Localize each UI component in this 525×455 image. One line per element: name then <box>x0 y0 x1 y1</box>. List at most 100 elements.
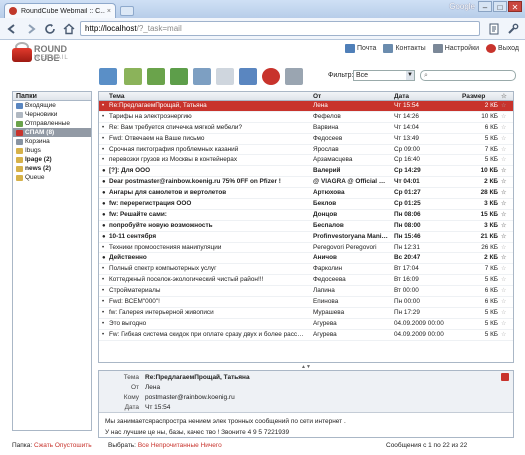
column-from[interactable]: От <box>313 92 321 101</box>
table-row[interactable]: ● Действенно Аничов Вс 20:47 2 КБ ☆ <box>99 253 513 265</box>
table-row[interactable]: • Коттеджный поселок-экологический чистый… <box>99 275 513 287</box>
folder-item[interactable]: news (2) <box>13 164 91 173</box>
nav-mail[interactable]: Почта <box>345 44 376 53</box>
reply-button[interactable] <box>147 68 165 85</box>
more-button[interactable] <box>262 68 280 85</box>
flag-icon[interactable]: ☆ <box>501 286 506 297</box>
select-all-link[interactable]: Все <box>138 442 149 449</box>
folder-item[interactable]: Ipage (2) <box>13 155 91 164</box>
table-row[interactable]: • Стройматериалы Лапина Вт 00:00 6 КБ ☆ <box>99 286 513 298</box>
flag-icon[interactable]: ☆ <box>501 330 506 341</box>
column-date[interactable]: Дата <box>394 92 409 101</box>
message-date: Ср 01:25 <box>394 200 421 208</box>
table-row[interactable]: • Техники промоостенияя манипуляции Perego… <box>99 243 513 254</box>
table-row[interactable]: • Полный спектр компьютерных услуг Фарколи… <box>99 264 513 276</box>
folder-item[interactable]: Корзина <box>13 137 91 146</box>
back-button[interactable] <box>4 21 20 37</box>
table-row[interactable]: ● попробуйте новую возможность Беспалов Пн … <box>99 221 513 232</box>
flag-icon[interactable]: ☆ <box>501 253 506 264</box>
tab-close-icon[interactable]: × <box>107 8 111 15</box>
check-mail-button[interactable] <box>99 68 117 85</box>
select-none-link[interactable]: Ничего <box>201 442 222 449</box>
table-row[interactable]: ● Ангары для самолетов и вертолетов Артюхо… <box>99 188 513 200</box>
select-unread-link[interactable]: Непрочитанные <box>151 442 199 449</box>
folder-item[interactable]: Отправленные <box>13 119 91 128</box>
table-row[interactable]: • Fwd: ВСЕМ"000"! Епинова Пн 00:00 6 КБ ☆ <box>99 297 513 308</box>
flag-icon[interactable]: ☆ <box>501 319 506 330</box>
table-row[interactable]: • Re:ПредлагаемПрощай, Татьяна Лена Чт 15:5… <box>99 101 513 112</box>
reload-button[interactable] <box>42 21 58 37</box>
table-row[interactable]: ● Dear postmaster@rainbow.koenig.ru 75% 0… <box>99 177 513 189</box>
filter-select[interactable]: Все ▼ <box>353 70 415 81</box>
flag-icon[interactable]: ☆ <box>501 199 506 210</box>
flag-icon[interactable]: ☆ <box>501 177 506 188</box>
new-tab-button[interactable] <box>120 6 134 16</box>
table-row[interactable]: • Fw: Гибкая система скидок при оплате ср… <box>99 330 513 341</box>
flag-icon[interactable]: ☆ <box>501 221 506 232</box>
close-window-button[interactable]: ✕ <box>508 1 522 12</box>
nav-settings[interactable]: Настройки <box>432 44 479 53</box>
flag-icon[interactable]: ☆ <box>501 134 506 145</box>
nav-logout[interactable]: Выход <box>486 44 519 53</box>
print-button[interactable] <box>285 68 303 85</box>
flag-icon[interactable]: ☆ <box>501 275 506 286</box>
table-row[interactable]: • Re: Вам требуется спичечка мягкой мебел… <box>99 123 513 134</box>
column-size[interactable]: Размер <box>462 92 485 101</box>
table-row[interactable]: ● fw: Решайте сами: Донцов Пн 08:06 15 КБ ☆ <box>99 210 513 221</box>
message-subject: Полный спектр компьютерных услуг <box>109 265 217 273</box>
preview-from[interactable]: Лена <box>145 383 160 392</box>
table-row[interactable]: • Это выгодно Агурева 04.09.2009 00:00 5 КБ ☆ <box>99 319 513 330</box>
table-row[interactable]: ● 10-11 сентября Profinvestoryana Manipul.… <box>99 232 513 243</box>
open-message-icon[interactable] <box>501 373 509 381</box>
flag-icon[interactable]: ☆ <box>501 264 506 275</box>
table-row[interactable]: • перевозки грузов из Москвы в контейнера… <box>99 155 513 167</box>
status-icon: ● <box>102 222 106 229</box>
table-row[interactable]: ● [?]: Для ООО Валерий Ср 14:29 10 КБ ☆ <box>99 166 513 178</box>
message-from: Беспалов <box>313 221 344 229</box>
home-button[interactable] <box>61 21 77 37</box>
flag-icon[interactable]: ☆ <box>501 308 506 319</box>
folder-item[interactable]: Черновики <box>13 110 91 119</box>
table-row[interactable]: • Fwd: Отвечаем на Ваше письмо Федосеев Чт … <box>99 134 513 145</box>
flag-icon[interactable]: ☆ <box>501 166 506 177</box>
delete-button[interactable] <box>216 68 234 85</box>
compact-folder-link[interactable]: Сжать <box>34 442 53 449</box>
flag-icon[interactable]: ☆ <box>501 112 506 123</box>
flag-icon[interactable]: ☆ <box>501 210 506 221</box>
browser-tab[interactable]: RoundCube Webmail :: С... × <box>4 3 116 18</box>
minimize-button[interactable]: – <box>478 1 492 12</box>
flag-icon[interactable]: ☆ <box>501 188 506 199</box>
flag-icon[interactable]: ☆ <box>501 145 506 156</box>
address-bar[interactable]: http://localhost/?_task=mail <box>80 21 480 36</box>
folder-item[interactable]: Queue <box>13 173 91 182</box>
folder-item[interactable]: Входящие <box>13 101 91 110</box>
forward-button[interactable] <box>193 68 211 85</box>
column-subject[interactable]: Тема <box>109 92 125 101</box>
page-menu-icon[interactable] <box>486 21 502 37</box>
table-row[interactable]: ● fw: перерегистрация ООО Беклов Ср 01:25 3 … <box>99 199 513 210</box>
preview-to[interactable]: postmaster@rainbow.koenig.ru <box>145 393 235 402</box>
flag-icon[interactable]: ☆ <box>501 232 506 243</box>
column-flag-icon[interactable]: ☆ <box>501 92 507 101</box>
forward-button[interactable] <box>23 21 39 37</box>
folder-item[interactable]: СПАМ (8) <box>13 128 91 137</box>
flag-icon[interactable]: ☆ <box>501 297 506 308</box>
table-row[interactable]: • Тарифы на электроэнергию Фефелов Чт 14:26… <box>99 112 513 123</box>
nav-contacts[interactable]: Контакты <box>383 44 426 53</box>
mark-button[interactable] <box>239 68 257 85</box>
folder-item[interactable]: Ibugs <box>13 146 91 155</box>
table-row[interactable]: • Срочная пиктография проблемных казаний Я… <box>99 145 513 156</box>
reply-all-button[interactable] <box>170 68 188 85</box>
table-row[interactable]: • fw: Галерея интерьерной живописи Мурашев… <box>99 308 513 319</box>
search-input[interactable]: ⌕ <box>420 70 516 81</box>
flag-icon[interactable]: ☆ <box>501 123 506 134</box>
compose-button[interactable] <box>124 68 142 85</box>
empty-folder-link[interactable]: Опустошить <box>55 442 92 449</box>
maximize-button[interactable]: □ <box>493 1 507 12</box>
flag-icon[interactable]: ☆ <box>501 155 506 166</box>
flag-icon[interactable]: ☆ <box>501 101 506 112</box>
message-size: 7 КБ <box>484 145 498 153</box>
wrench-menu-icon[interactable] <box>505 21 521 37</box>
flag-icon[interactable]: ☆ <box>501 243 506 254</box>
message-size: 21 КБ <box>480 232 498 240</box>
